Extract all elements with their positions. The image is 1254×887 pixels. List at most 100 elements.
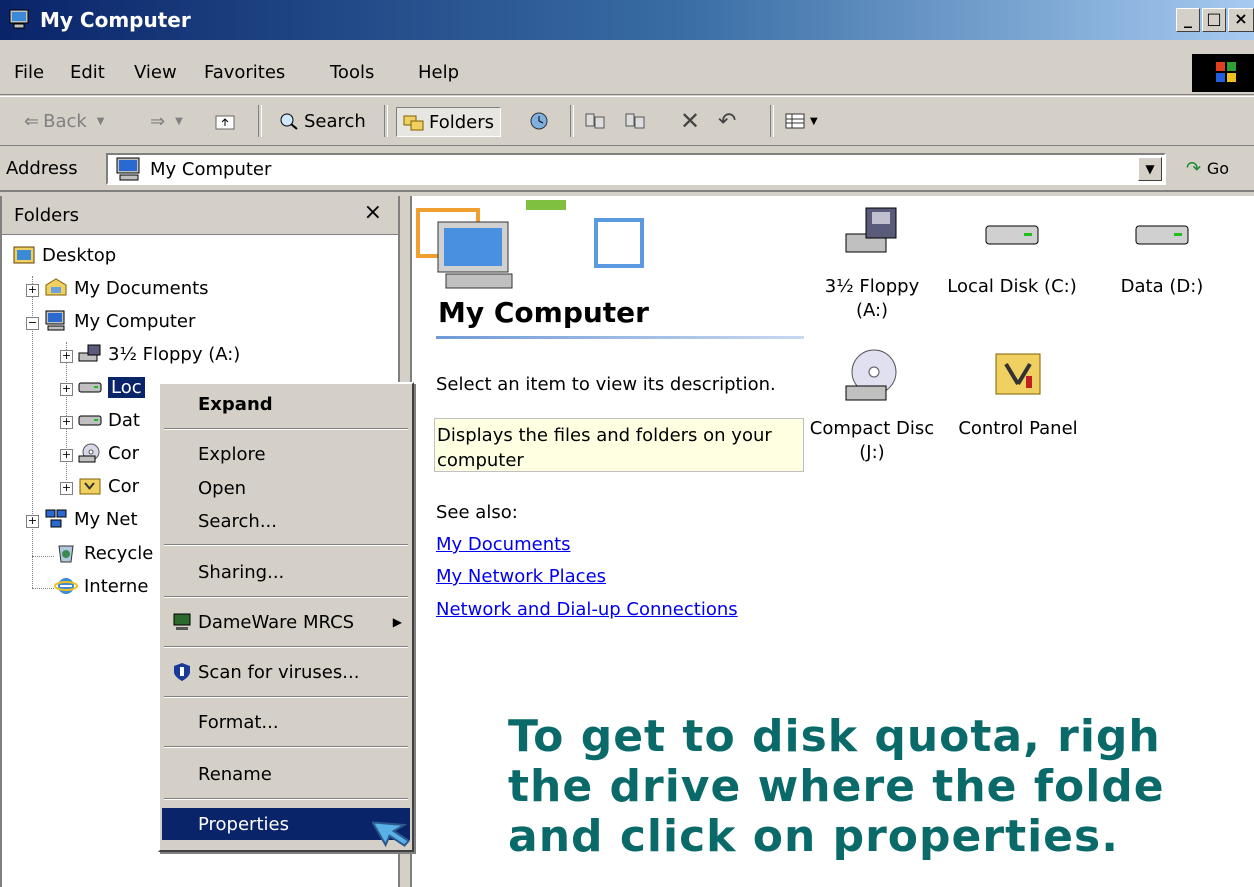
folders-icon (403, 115, 424, 131)
go-arrow-icon: ↷ (1186, 158, 1202, 179)
history-icon (530, 112, 548, 130)
tree-item-internet-explorer[interactable]: Interne (54, 575, 148, 597)
chevron-down-icon: ▼ (175, 115, 183, 127)
copy-to-button[interactable] (624, 107, 650, 135)
tree-item-floppy[interactable]: 3½ Floppy (A:) (78, 343, 240, 365)
move-to-button[interactable] (584, 107, 610, 135)
selection-description: Select an item to view its description. (436, 374, 776, 395)
address-value: My Computer (150, 159, 272, 180)
menu-item-sharing[interactable]: Sharing... (162, 556, 410, 588)
expand-toggle[interactable]: + (26, 284, 39, 297)
delete-button[interactable]: ✕ (680, 107, 700, 135)
history-button[interactable] (528, 107, 554, 135)
address-dropdown-button[interactable]: ▼ (1138, 157, 1162, 181)
expand-toggle[interactable]: + (60, 383, 73, 396)
menu-item-dameware[interactable]: DameWare MRCS ▶ (162, 606, 410, 638)
expand-toggle[interactable]: + (60, 449, 73, 462)
see-also-label: See also: (436, 502, 518, 523)
drive-data-d[interactable]: Data (D:) (1102, 204, 1222, 299)
tree-item-my-documents[interactable]: My Documents (44, 277, 209, 299)
tree-item-control-panel[interactable]: Cor (78, 475, 139, 497)
info-tooltip: Displays the files and folders on your c… (434, 418, 804, 472)
search-button[interactable]: Search (278, 107, 366, 135)
antivirus-shield-icon (174, 663, 190, 681)
collapse-toggle[interactable]: − (26, 317, 39, 330)
windows-logo-icon (1192, 54, 1254, 92)
submenu-arrow-icon: ▶ (392, 615, 402, 629)
my-computer-icon (45, 310, 65, 331)
maximize-button[interactable]: □ (1202, 8, 1226, 32)
menu-help[interactable]: Help (418, 62, 459, 83)
my-computer-banner-icon (416, 200, 644, 289)
move-to-icon (585, 113, 605, 129)
back-button[interactable]: ⇐ Back ▼ (24, 107, 105, 135)
up-folder-icon (215, 115, 235, 130)
cd-drive-icon (845, 349, 897, 401)
up-folder-button[interactable] (214, 107, 240, 135)
tree-item-compact-disc[interactable]: Cor (78, 442, 139, 464)
menu-item-scan-viruses[interactable]: Scan for viruses... (162, 656, 410, 688)
delete-x-icon: ✕ (680, 107, 701, 135)
chevron-down-icon: ▼ (96, 115, 105, 127)
link-my-network-places[interactable]: My Network Places (436, 566, 606, 587)
tree-item-local-disk[interactable]: Loc (78, 376, 145, 398)
menu-bar: File Edit View Favorites Tools Help (0, 50, 1254, 95)
folders-button[interactable]: Folders (396, 107, 502, 137)
menu-item-format[interactable]: Format... (162, 706, 410, 738)
forward-button[interactable]: ⇒ ▼ (150, 107, 183, 135)
menu-tools[interactable]: Tools (330, 62, 374, 83)
tree-item-data[interactable]: Dat (78, 409, 140, 431)
expand-toggle[interactable]: + (26, 515, 39, 528)
mouse-pointer-icon (372, 821, 411, 848)
folders-pane-title: Folders (14, 205, 80, 226)
go-button[interactable]: ↷ Go (1186, 158, 1229, 179)
search-icon (280, 113, 298, 130)
hard-drive-icon (985, 225, 1039, 245)
link-network-dialup[interactable]: Network and Dial-up Connections (436, 599, 738, 620)
expand-toggle[interactable]: + (60, 416, 73, 429)
menu-file[interactable]: File (14, 62, 44, 83)
drive-control-panel[interactable]: Control Panel (948, 346, 1088, 441)
expand-toggle[interactable]: + (60, 482, 73, 495)
floppy-drive-icon (845, 207, 897, 253)
standard-toolbar: ⇐ Back ▼ ⇒ ▼ Search Folders ✕ ↶ ▼ (0, 96, 1254, 146)
menu-item-expand[interactable]: Expand (162, 388, 410, 420)
my-documents-icon (45, 278, 67, 296)
drive-floppy[interactable]: 3½ Floppy (A:) (812, 204, 932, 323)
folders-pane-header: Folders × (2, 196, 398, 235)
control-panel-icon (79, 478, 101, 495)
tree-item-my-network-places[interactable]: My Net (44, 508, 138, 530)
drive-compact-disc-j[interactable]: Compact Disc (J:) (804, 346, 940, 465)
close-pane-button[interactable]: × (364, 200, 382, 225)
page-title: My Computer (438, 296, 649, 329)
menu-item-search[interactable]: Search... (162, 505, 410, 537)
desktop-icon (13, 246, 35, 264)
tree-item-recycle-bin[interactable]: Recycle (54, 542, 153, 564)
context-menu: Expand Explore Open Search... Sharing...… (158, 382, 414, 852)
menu-item-explore[interactable]: Explore (162, 438, 410, 470)
views-icon (785, 113, 805, 129)
floppy-drive-icon (78, 344, 101, 362)
close-window-button[interactable]: × (1228, 8, 1254, 32)
hard-drive-icon (1135, 225, 1189, 245)
menu-item-open[interactable]: Open (162, 472, 410, 504)
address-input[interactable]: My Computer ▼ (106, 153, 1166, 185)
drive-local-disk-c[interactable]: Local Disk (C:) (942, 204, 1082, 299)
address-bar: Address My Computer ▼ ↷ Go (0, 146, 1254, 192)
menu-favorites[interactable]: Favorites (204, 62, 285, 83)
expand-toggle[interactable]: + (60, 350, 73, 363)
my-computer-icon (116, 157, 140, 181)
hard-drive-icon (78, 382, 102, 393)
tree-item-desktop[interactable]: Desktop (12, 244, 116, 266)
menu-item-rename[interactable]: Rename (162, 758, 410, 790)
undo-button[interactable]: ↶ (718, 107, 736, 135)
network-places-icon (45, 509, 67, 528)
forward-arrow-icon: ⇒ (150, 110, 166, 132)
instruction-overlay: To get to disk quota, righ the drive whe… (508, 712, 1254, 862)
tree-item-my-computer[interactable]: My Computer (44, 310, 195, 332)
menu-view[interactable]: View (134, 62, 177, 83)
views-button[interactable]: ▼ (784, 107, 818, 135)
menu-edit[interactable]: Edit (70, 62, 105, 83)
minimize-button[interactable]: _ (1176, 8, 1200, 32)
link-my-documents[interactable]: My Documents (436, 534, 571, 555)
